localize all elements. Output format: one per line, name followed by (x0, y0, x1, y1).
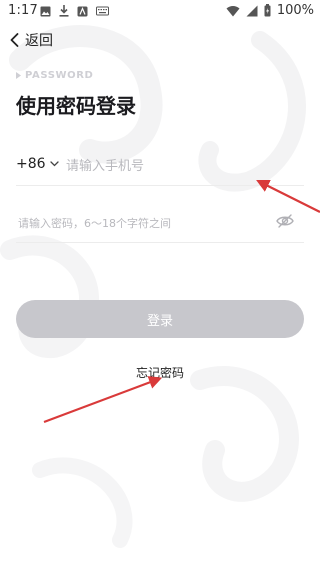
wifi-icon (226, 5, 240, 17)
chevron-left-icon (10, 33, 19, 47)
eye-off-icon[interactable] (276, 213, 294, 229)
country-code-value: +86 (16, 156, 46, 172)
app-icon (77, 6, 88, 16)
keyboard-icon (96, 6, 109, 16)
section-label-text: PASSWORD (25, 70, 94, 81)
back-label: 返回 (25, 33, 53, 49)
status-time: 1:17 (8, 3, 38, 18)
annotation-arrows (43, 180, 320, 424)
status-bar: 1:17 100% (0, 0, 320, 24)
image-icon (40, 6, 51, 16)
section-label: PASSWORD (16, 70, 93, 81)
battery-percentage: 100% (276, 3, 314, 18)
system-icons: 100% (226, 3, 314, 18)
login-button[interactable]: 登录 (16, 300, 304, 338)
login-button-label: 登录 (146, 313, 173, 329)
battery-icon (264, 4, 271, 17)
back-button[interactable]: 返回 (10, 30, 53, 50)
annotation-arrow-forgot (43, 376, 163, 424)
password-field-row (16, 205, 304, 243)
triangle-right-icon (16, 72, 21, 79)
password-input[interactable] (16, 211, 270, 235)
phone-field-row: +86 (16, 150, 304, 186)
background-decoration (0, 25, 306, 548)
country-code-selector[interactable]: +86 (16, 156, 59, 172)
notification-icons (40, 5, 109, 17)
page-title: 使用密码登录 (16, 94, 136, 118)
signal-icon (246, 5, 258, 16)
phone-input[interactable] (64, 154, 298, 178)
forgot-password-link[interactable]: 忘记密码 (0, 364, 320, 381)
download-icon (59, 5, 69, 17)
chevron-down-icon (49, 161, 59, 167)
